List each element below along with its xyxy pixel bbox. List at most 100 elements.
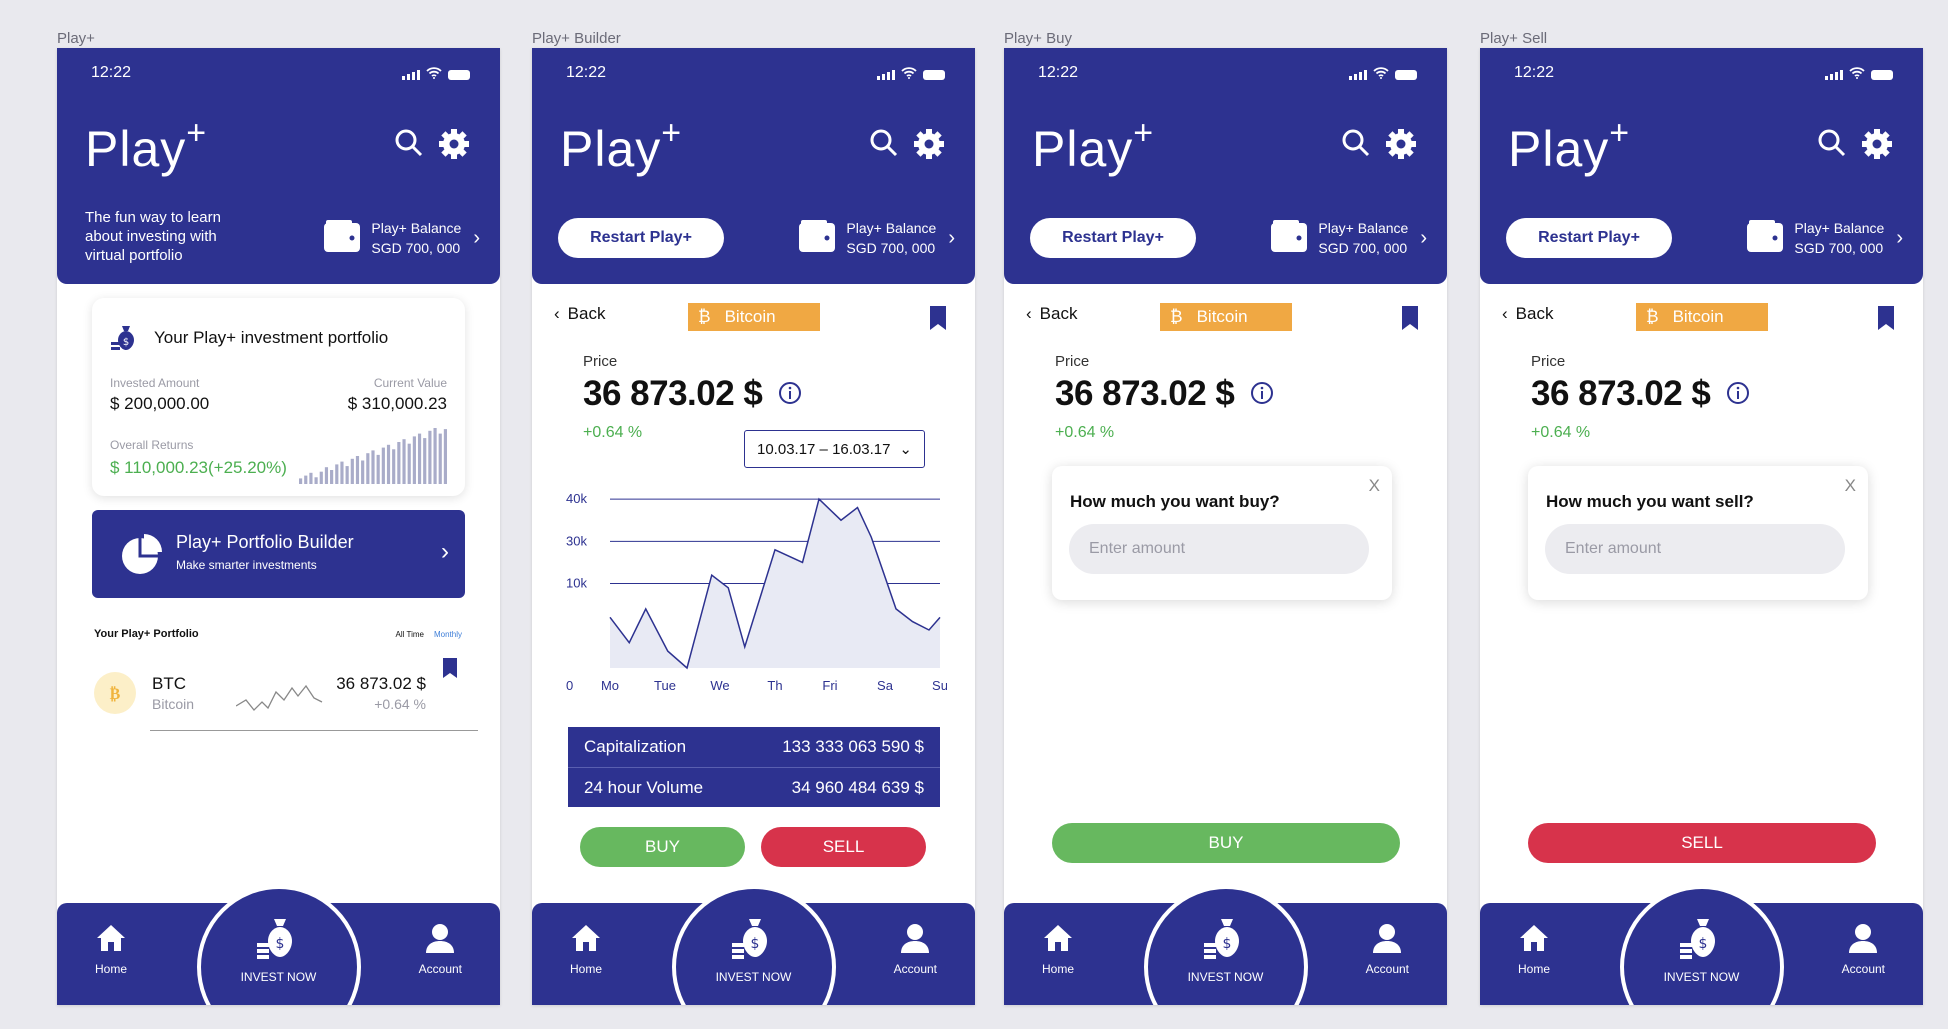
- status-time: 12:22: [1038, 64, 1079, 81]
- balance-widget[interactable]: Play+ Balance SGD 700, 000 ›: [323, 218, 480, 258]
- bitcoin-icon: ₿: [1646, 307, 1659, 326]
- sell-button[interactable]: SELL: [1528, 823, 1876, 863]
- signal-icon: [402, 70, 420, 80]
- settings-gear-icon[interactable]: [1385, 128, 1417, 165]
- portfolio-card-title: Your Play+ investment portfolio: [154, 328, 389, 347]
- bookmark-icon[interactable]: [1877, 306, 1895, 335]
- back-button[interactable]: ‹ Back: [554, 304, 605, 324]
- invested-label: Invested Amount: [110, 376, 200, 390]
- restart-button[interactable]: Restart Play+: [1030, 218, 1196, 258]
- current-value: $ 310,000.23: [347, 394, 447, 413]
- tagline: The fun way to learn about investing wit…: [85, 209, 221, 264]
- search-icon[interactable]: [1341, 128, 1371, 165]
- account-user-icon: [1849, 923, 1878, 956]
- info-icon[interactable]: [1250, 374, 1274, 414]
- coin-chip: ₿ Bitcoin: [688, 303, 820, 331]
- bottom-nav: Home $ INVEST NOW Account: [1480, 885, 1923, 1005]
- chevron-right-icon: ›: [473, 226, 480, 249]
- price-value: 36 873.02 $: [583, 374, 802, 414]
- battery-icon: [448, 70, 470, 80]
- account-user-icon: [1373, 923, 1402, 956]
- search-icon[interactable]: [1817, 128, 1847, 165]
- x-tick-label: Fri: [822, 678, 837, 693]
- close-icon[interactable]: X: [1845, 476, 1856, 496]
- settings-gear-icon[interactable]: [913, 128, 945, 165]
- nav-invest-label: INVEST NOW: [1663, 970, 1740, 984]
- x-tick-label: We: [710, 678, 729, 693]
- tab-all-time[interactable]: All Time: [396, 630, 424, 639]
- amount-input[interactable]: [1545, 524, 1845, 574]
- returns-label: Overall Returns: [110, 438, 194, 452]
- settings-gear-icon[interactable]: [438, 128, 470, 165]
- balance-widget[interactable]: Play+ Balance SGD 700, 000 ›: [798, 218, 955, 258]
- buy-button[interactable]: BUY: [1052, 823, 1400, 863]
- date-range-select[interactable]: 10.03.17 – 16.03.17 ⌄: [744, 430, 925, 468]
- search-icon[interactable]: [869, 128, 899, 165]
- back-button[interactable]: ‹ Back: [1026, 304, 1077, 324]
- stat-label: 24 hour Volume: [584, 777, 704, 797]
- home-icon: [1042, 923, 1074, 956]
- bitcoin-coin-icon: ₿: [94, 672, 136, 719]
- nav-home[interactable]: Home: [570, 923, 602, 976]
- nav-home[interactable]: Home: [95, 923, 127, 976]
- status-icons: [402, 66, 470, 84]
- buy-button[interactable]: BUY: [580, 827, 745, 867]
- search-icon[interactable]: [394, 128, 424, 165]
- nav-account[interactable]: Account: [894, 923, 937, 976]
- portfolio-list-item[interactable]: ₿ BTC Bitcoin 36 873.02 $ +0.64 %: [94, 658, 478, 731]
- status-time: 12:22: [1514, 64, 1555, 81]
- account-user-icon: [901, 923, 930, 956]
- nav-account[interactable]: Account: [419, 923, 462, 976]
- sell-button[interactable]: SELL: [761, 827, 926, 867]
- tab-monthly[interactable]: Monthly: [434, 630, 462, 639]
- money-bag-icon: $: [110, 322, 142, 359]
- bookmark-icon[interactable]: [442, 658, 458, 683]
- nav-invest-label: INVEST NOW: [715, 970, 792, 984]
- invested-value: $ 200,000.00: [110, 394, 210, 413]
- balance-widget[interactable]: Play+ Balance SGD 700, 000 ›: [1270, 218, 1427, 258]
- bookmark-icon[interactable]: [929, 306, 947, 335]
- nav-account[interactable]: Account: [1842, 923, 1885, 976]
- mini-bar: [299, 478, 303, 484]
- restart-button[interactable]: Restart Play+: [1506, 218, 1672, 258]
- info-icon[interactable]: [778, 374, 802, 414]
- restart-button[interactable]: Restart Play+: [558, 218, 724, 258]
- settings-gear-icon[interactable]: [1861, 128, 1893, 165]
- mini-bar: [355, 456, 360, 484]
- x-tick-label: Mo: [601, 678, 619, 693]
- balance-label: Play+ Balance: [1794, 220, 1885, 236]
- wifi-icon: [1849, 66, 1865, 84]
- nav-account-label: Account: [1365, 962, 1409, 976]
- artboard-label-sell: Play+ Sell: [1480, 30, 1548, 47]
- coin-symbol: BTC: [152, 674, 186, 693]
- portfolio-list-title: Your Play+ Portfolio: [94, 628, 199, 640]
- phone-sell: 12:22 Play+ Restart Play+ Play+ Balance S…: [1480, 48, 1923, 1005]
- back-button[interactable]: ‹ Back: [1502, 304, 1553, 324]
- balance-widget[interactable]: Play+ Balance SGD 700, 000 ›: [1746, 218, 1903, 258]
- nav-invest-now[interactable]: $ INVEST NOW: [196, 885, 361, 1005]
- nav-home[interactable]: Home: [1042, 923, 1074, 976]
- nav-invest-now[interactable]: $ INVEST NOW: [1143, 885, 1308, 1005]
- chevron-right-icon: ›: [1896, 226, 1903, 249]
- money-bag-icon: $: [731, 915, 777, 964]
- bookmark-icon[interactable]: [1401, 306, 1419, 335]
- brand-logo: Play+: [85, 114, 208, 177]
- portfolio-builder-banner[interactable]: Play+ Portfolio Builder Make smarter inv…: [92, 510, 465, 598]
- wifi-icon: [426, 66, 442, 84]
- close-icon[interactable]: X: [1369, 476, 1380, 496]
- nav-invest-now[interactable]: $ INVEST NOW: [671, 885, 836, 1005]
- info-icon[interactable]: [1726, 374, 1750, 414]
- artboard-label-home: Play+: [57, 30, 95, 47]
- x-tick-label: Sa: [877, 678, 894, 693]
- money-bag-icon: $: [256, 915, 302, 964]
- stats-table: Capitalization 133 333 063 590 $ 24 hour …: [568, 727, 940, 807]
- nav-account-label: Account: [893, 962, 937, 976]
- portfolio-summary-card[interactable]: $ Your Play+ investment portfolio Invest…: [92, 298, 465, 496]
- nav-account[interactable]: Account: [1366, 923, 1409, 976]
- amount-input[interactable]: [1069, 524, 1369, 574]
- nav-home[interactable]: Home: [1518, 923, 1550, 976]
- price-change: +0.64 %: [1531, 424, 1591, 441]
- nav-invest-now[interactable]: $ INVEST NOW: [1619, 885, 1784, 1005]
- coin-chip-label: Bitcoin: [724, 307, 776, 326]
- y-tick-label: 30k: [566, 533, 587, 548]
